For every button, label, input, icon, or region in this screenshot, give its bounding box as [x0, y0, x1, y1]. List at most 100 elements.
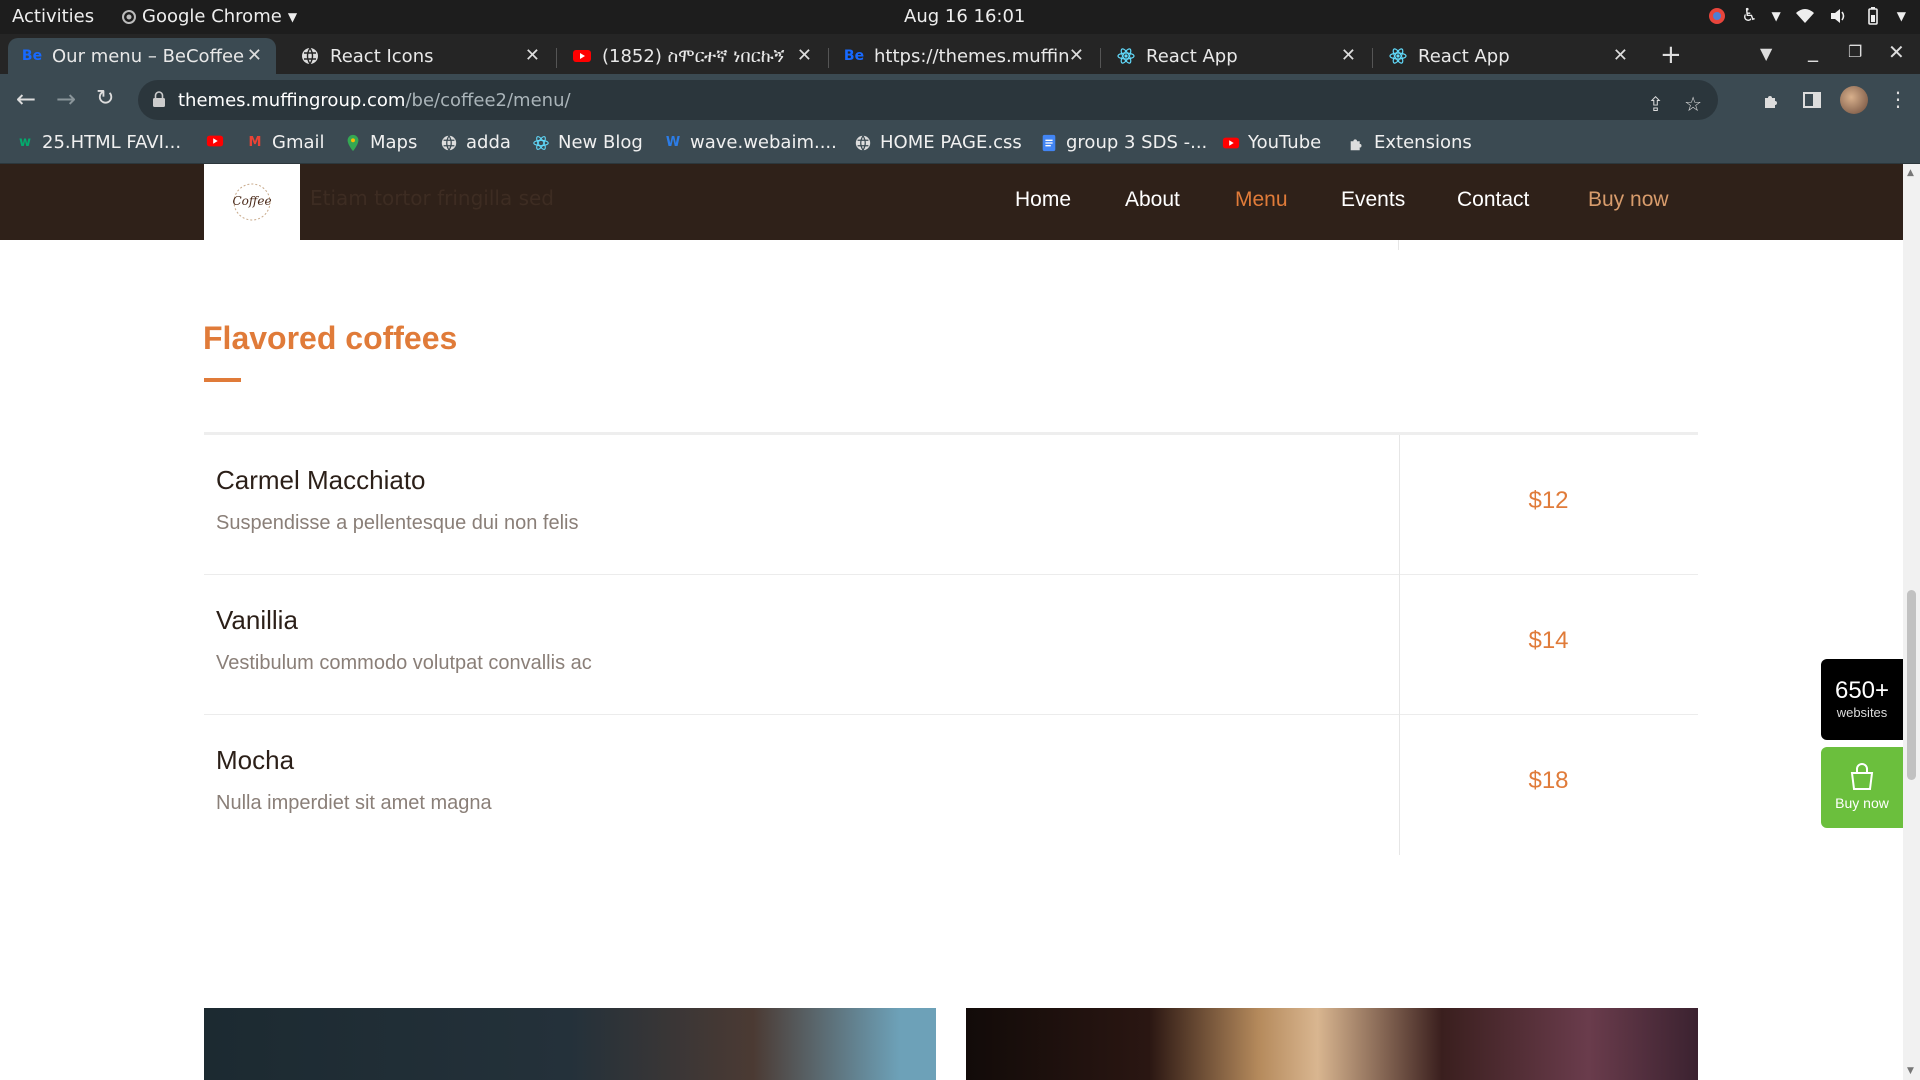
- extensions-icon[interactable]: [1762, 90, 1782, 110]
- close-icon[interactable]: ✕: [1341, 45, 1356, 66]
- item-description: Nulla imperdiet sit amet magna: [216, 792, 492, 814]
- tab-separator: [828, 48, 829, 68]
- tab-search-icon[interactable]: ▼: [1760, 44, 1772, 63]
- side-panel-icon[interactable]: [1802, 90, 1822, 110]
- forward-icon[interactable]: →: [56, 86, 76, 112]
- bookmark-item[interactable]: w 25.HTML FAVI...: [16, 132, 181, 153]
- battery-icon: [1867, 6, 1878, 25]
- bookmark-item[interactable]: adda: [440, 132, 511, 153]
- tab-title: React App: [1418, 45, 1510, 67]
- shopping-bag-icon: [1850, 763, 1874, 790]
- page-viewport: Coffee Etiam tortor fringilla sed Home A…: [0, 164, 1903, 1080]
- volume-icon: [1830, 8, 1845, 23]
- tab-react-app-1[interactable]: React App ✕: [1102, 38, 1370, 74]
- avatar[interactable]: [1840, 86, 1868, 114]
- close-icon[interactable]: ✕: [797, 45, 812, 66]
- coffee-logo-icon: Coffee: [232, 183, 272, 221]
- nav-about[interactable]: About: [1125, 188, 1180, 212]
- bookmark-item[interactable]: HOME PAGE.css: [854, 132, 1022, 153]
- nav-menu[interactable]: Menu: [1235, 188, 1288, 212]
- behance-icon: Be: [21, 48, 43, 64]
- item-price: $14: [1528, 627, 1569, 654]
- bookmark-item[interactable]: M Gmail: [246, 132, 325, 153]
- close-window-icon[interactable]: ✕: [1888, 40, 1905, 64]
- scroll-down-icon[interactable]: ▼: [1907, 1066, 1914, 1076]
- react-icon: [1389, 48, 1407, 64]
- bookmark-item[interactable]: New Blog: [532, 132, 643, 153]
- lock-icon: [153, 91, 165, 107]
- tab-themes-muffingroup[interactable]: Be https://themes.muffingroup ✕: [830, 38, 1098, 74]
- buy-now-label: Buy now: [1835, 795, 1889, 811]
- buy-now-widget[interactable]: Buy now: [1821, 747, 1903, 828]
- bookmark-item[interactable]: [206, 132, 232, 150]
- chevron-down-icon: ▼: [1771, 8, 1781, 23]
- chrome-icon: [122, 9, 136, 24]
- chevron-down-icon: ▼: [287, 9, 298, 24]
- ghost-text: Etiam tortor fringilla sed: [310, 186, 554, 210]
- site-header: Coffee Etiam tortor fringilla sed Home A…: [0, 164, 1903, 240]
- wifi-icon: [1795, 8, 1814, 23]
- tab-youtube-video[interactable]: (1852) ስሞርተኛ ነበርኩኝ ✕: [558, 38, 826, 74]
- close-icon[interactable]: ✕: [525, 45, 540, 66]
- puzzle-icon: [1350, 138, 1362, 150]
- bookmark-item[interactable]: YouTube: [1222, 132, 1321, 153]
- bookmark-item[interactable]: Extensions: [1348, 132, 1472, 153]
- tab-title: (1852) ስሞርተኛ ነበርኩኝ: [602, 45, 785, 67]
- activities-button[interactable]: Activities: [12, 6, 94, 27]
- nav-events[interactable]: Events: [1341, 188, 1405, 212]
- wave-icon: W: [665, 135, 681, 150]
- youtube-icon: [1222, 137, 1240, 148]
- accessibility-icon: ♿: [1741, 5, 1758, 26]
- maps-icon: [347, 134, 359, 151]
- menu-item: Mocha Nulla imperdiet sit amet magna $18: [204, 715, 1698, 855]
- nav-home[interactable]: Home: [1015, 188, 1071, 212]
- page-scrollbar[interactable]: ▲ ▼: [1903, 164, 1920, 1080]
- share-icon[interactable]: ⇪: [1647, 92, 1664, 116]
- scroll-up-icon[interactable]: ▲: [1907, 168, 1914, 178]
- restore-icon[interactable]: ❐: [1848, 42, 1862, 61]
- kebab-menu-icon[interactable]: ⋮: [1888, 86, 1908, 112]
- tab-react-app-2[interactable]: React App ✕: [1374, 38, 1642, 74]
- app-name: Google Chrome: [142, 6, 282, 27]
- item-name: Mocha: [216, 745, 295, 775]
- item-description: Vestibulum commodo volutpat convallis ac: [216, 652, 592, 674]
- close-icon[interactable]: ✕: [1069, 45, 1084, 66]
- close-icon[interactable]: ✕: [1613, 45, 1628, 66]
- clock[interactable]: Aug 16 16:01: [904, 6, 1025, 27]
- docs-icon: [1042, 134, 1056, 151]
- nav-contact[interactable]: Contact: [1457, 188, 1529, 212]
- react-icon: [533, 135, 549, 150]
- system-top-bar: Activities Google Chrome ▼ Aug 16 16:01 …: [0, 0, 1920, 34]
- coffee-photo-left: [204, 1008, 936, 1080]
- browser-toolbar: ← → ↻ themes.muffingroup.com/be/coffee2/…: [0, 74, 1920, 126]
- tab-our-menu[interactable]: Be Our menu – BeCoffee 2 ✕: [8, 38, 276, 74]
- globe-icon: [441, 134, 457, 151]
- title-underline: [204, 378, 241, 382]
- tab-title: React Icons: [330, 45, 434, 67]
- scrollbar-thumb[interactable]: [1907, 590, 1916, 780]
- menu-item: Vanillia Vestibulum commodo volutpat con…: [204, 575, 1698, 715]
- tab-separator: [1372, 48, 1373, 68]
- new-tab-button[interactable]: +: [1660, 40, 1682, 70]
- minimize-icon[interactable]: _: [1808, 38, 1818, 62]
- site-logo[interactable]: Coffee: [204, 164, 300, 240]
- chrome-profile-icon: [1709, 7, 1726, 24]
- bookmark-item[interactable]: Maps: [344, 132, 417, 153]
- gmail-icon: M: [248, 135, 262, 150]
- app-menu[interactable]: Google Chrome ▼: [122, 6, 297, 27]
- nav-buy-now[interactable]: Buy now: [1588, 188, 1669, 212]
- back-icon[interactable]: ←: [16, 86, 36, 112]
- tab-react-icons[interactable]: React Icons ✕: [286, 38, 554, 74]
- close-icon[interactable]: ✕: [247, 45, 262, 66]
- bookmark-item[interactable]: group 3 SDS -...: [1040, 132, 1207, 153]
- system-tray[interactable]: ♿ ▼ ▼: [1707, 5, 1906, 26]
- star-icon[interactable]: ☆: [1684, 92, 1702, 116]
- address-bar[interactable]: themes.muffingroup.com/be/coffee2/menu/ …: [138, 80, 1718, 120]
- item-description: Suspendisse a pellentesque dui non felis: [216, 512, 579, 534]
- websites-count-widget[interactable]: 650+ websites: [1821, 659, 1903, 740]
- item-name: Carmel Macchiato: [216, 465, 426, 495]
- section-title: Flavored coffees: [203, 320, 458, 356]
- item-price: $12: [1528, 487, 1569, 514]
- reload-icon[interactable]: ↻: [96, 86, 114, 112]
- bookmark-item[interactable]: Wwave.webaim....: [664, 132, 837, 153]
